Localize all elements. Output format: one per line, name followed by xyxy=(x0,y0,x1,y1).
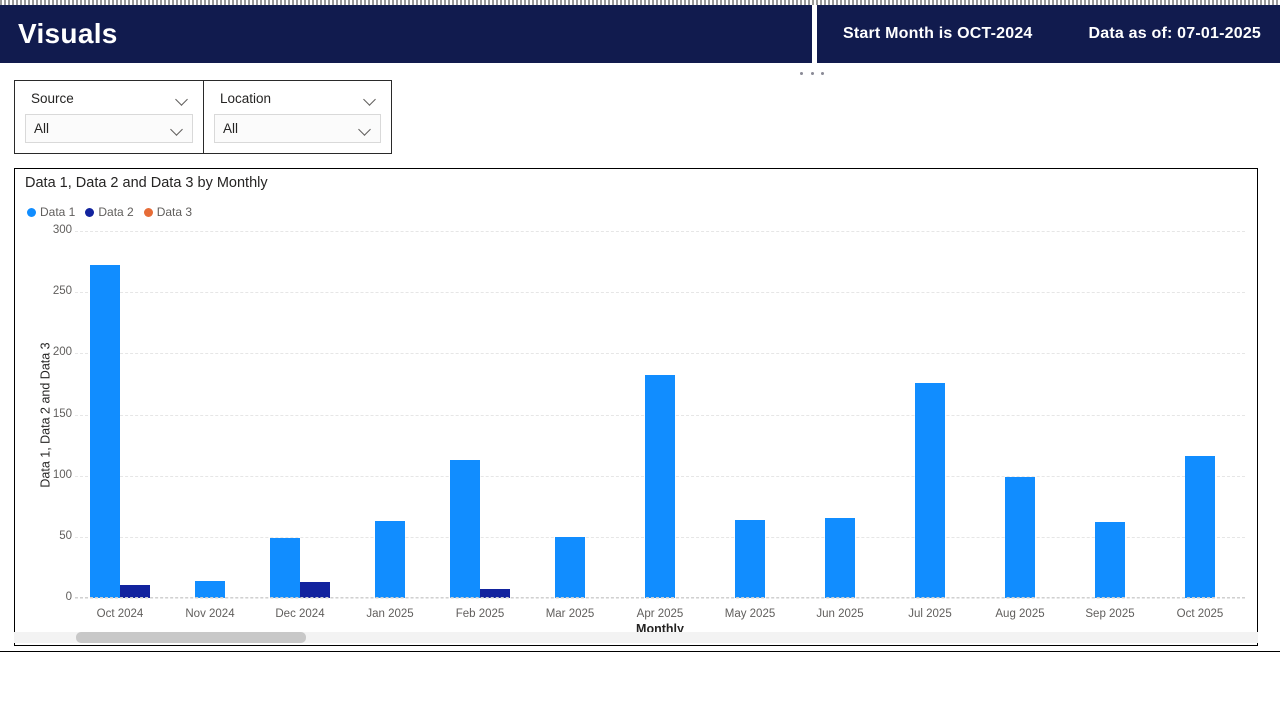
bar[interactable] xyxy=(1185,456,1215,598)
legend-item-2[interactable]: Data 2 xyxy=(85,205,134,219)
page-header: Visuals Start Month is OCT-2024 Data as … xyxy=(0,5,1280,63)
x-axis-tick-label: Oct 2025 xyxy=(1176,608,1224,620)
x-axis-tick-label: Jun 2025 xyxy=(816,608,864,620)
bar[interactable] xyxy=(120,584,150,598)
bar-chart-visual[interactable]: Data 1, Data 2 and Data 3 by Monthly Dat… xyxy=(14,168,1258,646)
data-as-of-label: Data as of: 07-01-2025 xyxy=(1088,25,1262,42)
chevron-down-icon[interactable] xyxy=(171,125,184,133)
axis-baseline xyxy=(75,597,1245,598)
x-axis-tick-label: Mar 2025 xyxy=(545,608,595,620)
chart-title: Data 1, Data 2 and Data 3 by Monthly xyxy=(25,175,268,191)
bar-group: Feb 2025 xyxy=(435,231,525,620)
bar-group: Nov 2024 xyxy=(165,231,255,620)
header-title-panel: Visuals xyxy=(0,5,812,63)
slicer-panel: Source All Location All xyxy=(14,80,392,154)
x-axis-tick-label: Apr 2025 xyxy=(636,608,684,620)
bar[interactable] xyxy=(195,580,225,598)
y-axis-tick-label: 200 xyxy=(52,346,72,359)
y-axis-tick-label: 250 xyxy=(52,285,72,298)
chart-legend[interactable]: Data 1 Data 2 Data 3 xyxy=(27,205,192,219)
slicer-location-header[interactable]: Location xyxy=(214,89,381,114)
start-month-label: Start Month is OCT-2024 xyxy=(843,25,1033,42)
bar-group: Sep 2025 xyxy=(1065,231,1155,620)
bar[interactable] xyxy=(825,518,855,598)
legend-label: Data 3 xyxy=(156,205,193,219)
bar-series-container: Oct 2024 Nov 2024 Dec 2024 Jan 2025 Feb 2025… xyxy=(75,231,1245,620)
y-axis-tick-label: 300 xyxy=(52,224,72,236)
bar[interactable] xyxy=(1095,522,1125,598)
slicer-location-dropdown[interactable]: All xyxy=(214,114,381,143)
legend-swatch-icon xyxy=(27,207,36,217)
x-axis-tick-label: May 2025 xyxy=(724,608,776,620)
slicer-source[interactable]: Source All xyxy=(15,81,203,153)
bar-group: Oct 2025 xyxy=(1155,231,1245,620)
slicer-source-label: Source xyxy=(31,91,74,106)
bar-group: Apr 2025 xyxy=(615,231,705,620)
bar-group: Jun 2025 xyxy=(795,231,885,620)
x-axis-tick-label: Aug 2025 xyxy=(995,608,1045,620)
scrollbar-thumb[interactable] xyxy=(76,632,307,643)
legend-swatch-icon xyxy=(85,207,95,217)
bar[interactable] xyxy=(375,520,405,598)
y-axis-tick-label: 150 xyxy=(52,407,72,420)
legend-swatch-icon xyxy=(143,207,153,217)
bar-group: Jan 2025 xyxy=(345,231,435,620)
ellipsis-dot xyxy=(810,71,814,75)
bar-group: Mar 2025 xyxy=(525,231,615,620)
chevron-down-icon[interactable] xyxy=(364,95,377,103)
bar[interactable] xyxy=(915,382,945,598)
x-axis-tick-label: Feb 2025 xyxy=(455,608,505,620)
y-axis-tick-label: 50 xyxy=(59,529,72,542)
x-axis-tick-label: Sep 2025 xyxy=(1085,608,1135,620)
legend-label: Data 1 xyxy=(40,205,76,219)
bar-group: Dec 2024 xyxy=(255,231,345,620)
plot-area: 300 250 200 150 100 50 0 Oct 2024 Nov 2024 Dec 2… xyxy=(53,224,1245,620)
bar[interactable] xyxy=(300,582,330,598)
x-axis-tick-label: Nov 2024 xyxy=(185,608,235,620)
ellipsis-icon[interactable] xyxy=(800,66,824,80)
slicer-location-value: All xyxy=(223,121,239,136)
legend-label: Data 2 xyxy=(98,205,134,219)
bar-group: Oct 2024 xyxy=(75,231,165,620)
slicer-source-dropdown[interactable]: All xyxy=(25,114,193,143)
bar[interactable] xyxy=(90,265,120,598)
ellipsis-dot xyxy=(800,71,803,75)
chevron-down-icon[interactable] xyxy=(359,125,372,133)
slicer-location-label: Location xyxy=(220,91,272,106)
x-axis-tick-label: Jan 2025 xyxy=(366,608,414,620)
bar-group: May 2025 xyxy=(705,231,795,620)
ellipsis-dot xyxy=(821,71,824,75)
bar-group: Jul 2025 xyxy=(885,231,975,620)
x-axis-tick-label: Dec 2024 xyxy=(275,608,325,620)
slicer-source-value: All xyxy=(34,121,50,136)
x-axis-tick-label: Jul 2025 xyxy=(908,608,952,620)
header-meta-panel: Start Month is OCT-2024 Data as of: 07-0… xyxy=(817,5,1280,63)
bar[interactable] xyxy=(735,519,765,598)
page-title: Visuals xyxy=(18,18,118,49)
bar[interactable] xyxy=(1005,476,1035,598)
bar-group: Aug 2025 xyxy=(975,231,1065,620)
bar[interactable] xyxy=(555,536,585,598)
horizontal-scrollbar[interactable] xyxy=(14,632,1258,643)
legend-item-3[interactable]: Data 3 xyxy=(143,205,193,219)
slicer-location[interactable]: Location All xyxy=(203,81,391,153)
slicer-source-header[interactable]: Source xyxy=(25,89,193,114)
x-axis-tick-label: Oct 2024 xyxy=(96,608,144,620)
bar[interactable] xyxy=(645,375,675,598)
y-axis-tick-label: 0 xyxy=(65,591,72,603)
bar[interactable] xyxy=(450,459,480,598)
gridline xyxy=(75,598,1245,599)
y-axis-tick-label: 100 xyxy=(52,468,72,481)
bar[interactable] xyxy=(270,538,300,598)
chevron-down-icon[interactable] xyxy=(176,95,189,103)
bottom-rule xyxy=(0,651,1280,652)
legend-item-1[interactable]: Data 1 xyxy=(27,205,75,219)
